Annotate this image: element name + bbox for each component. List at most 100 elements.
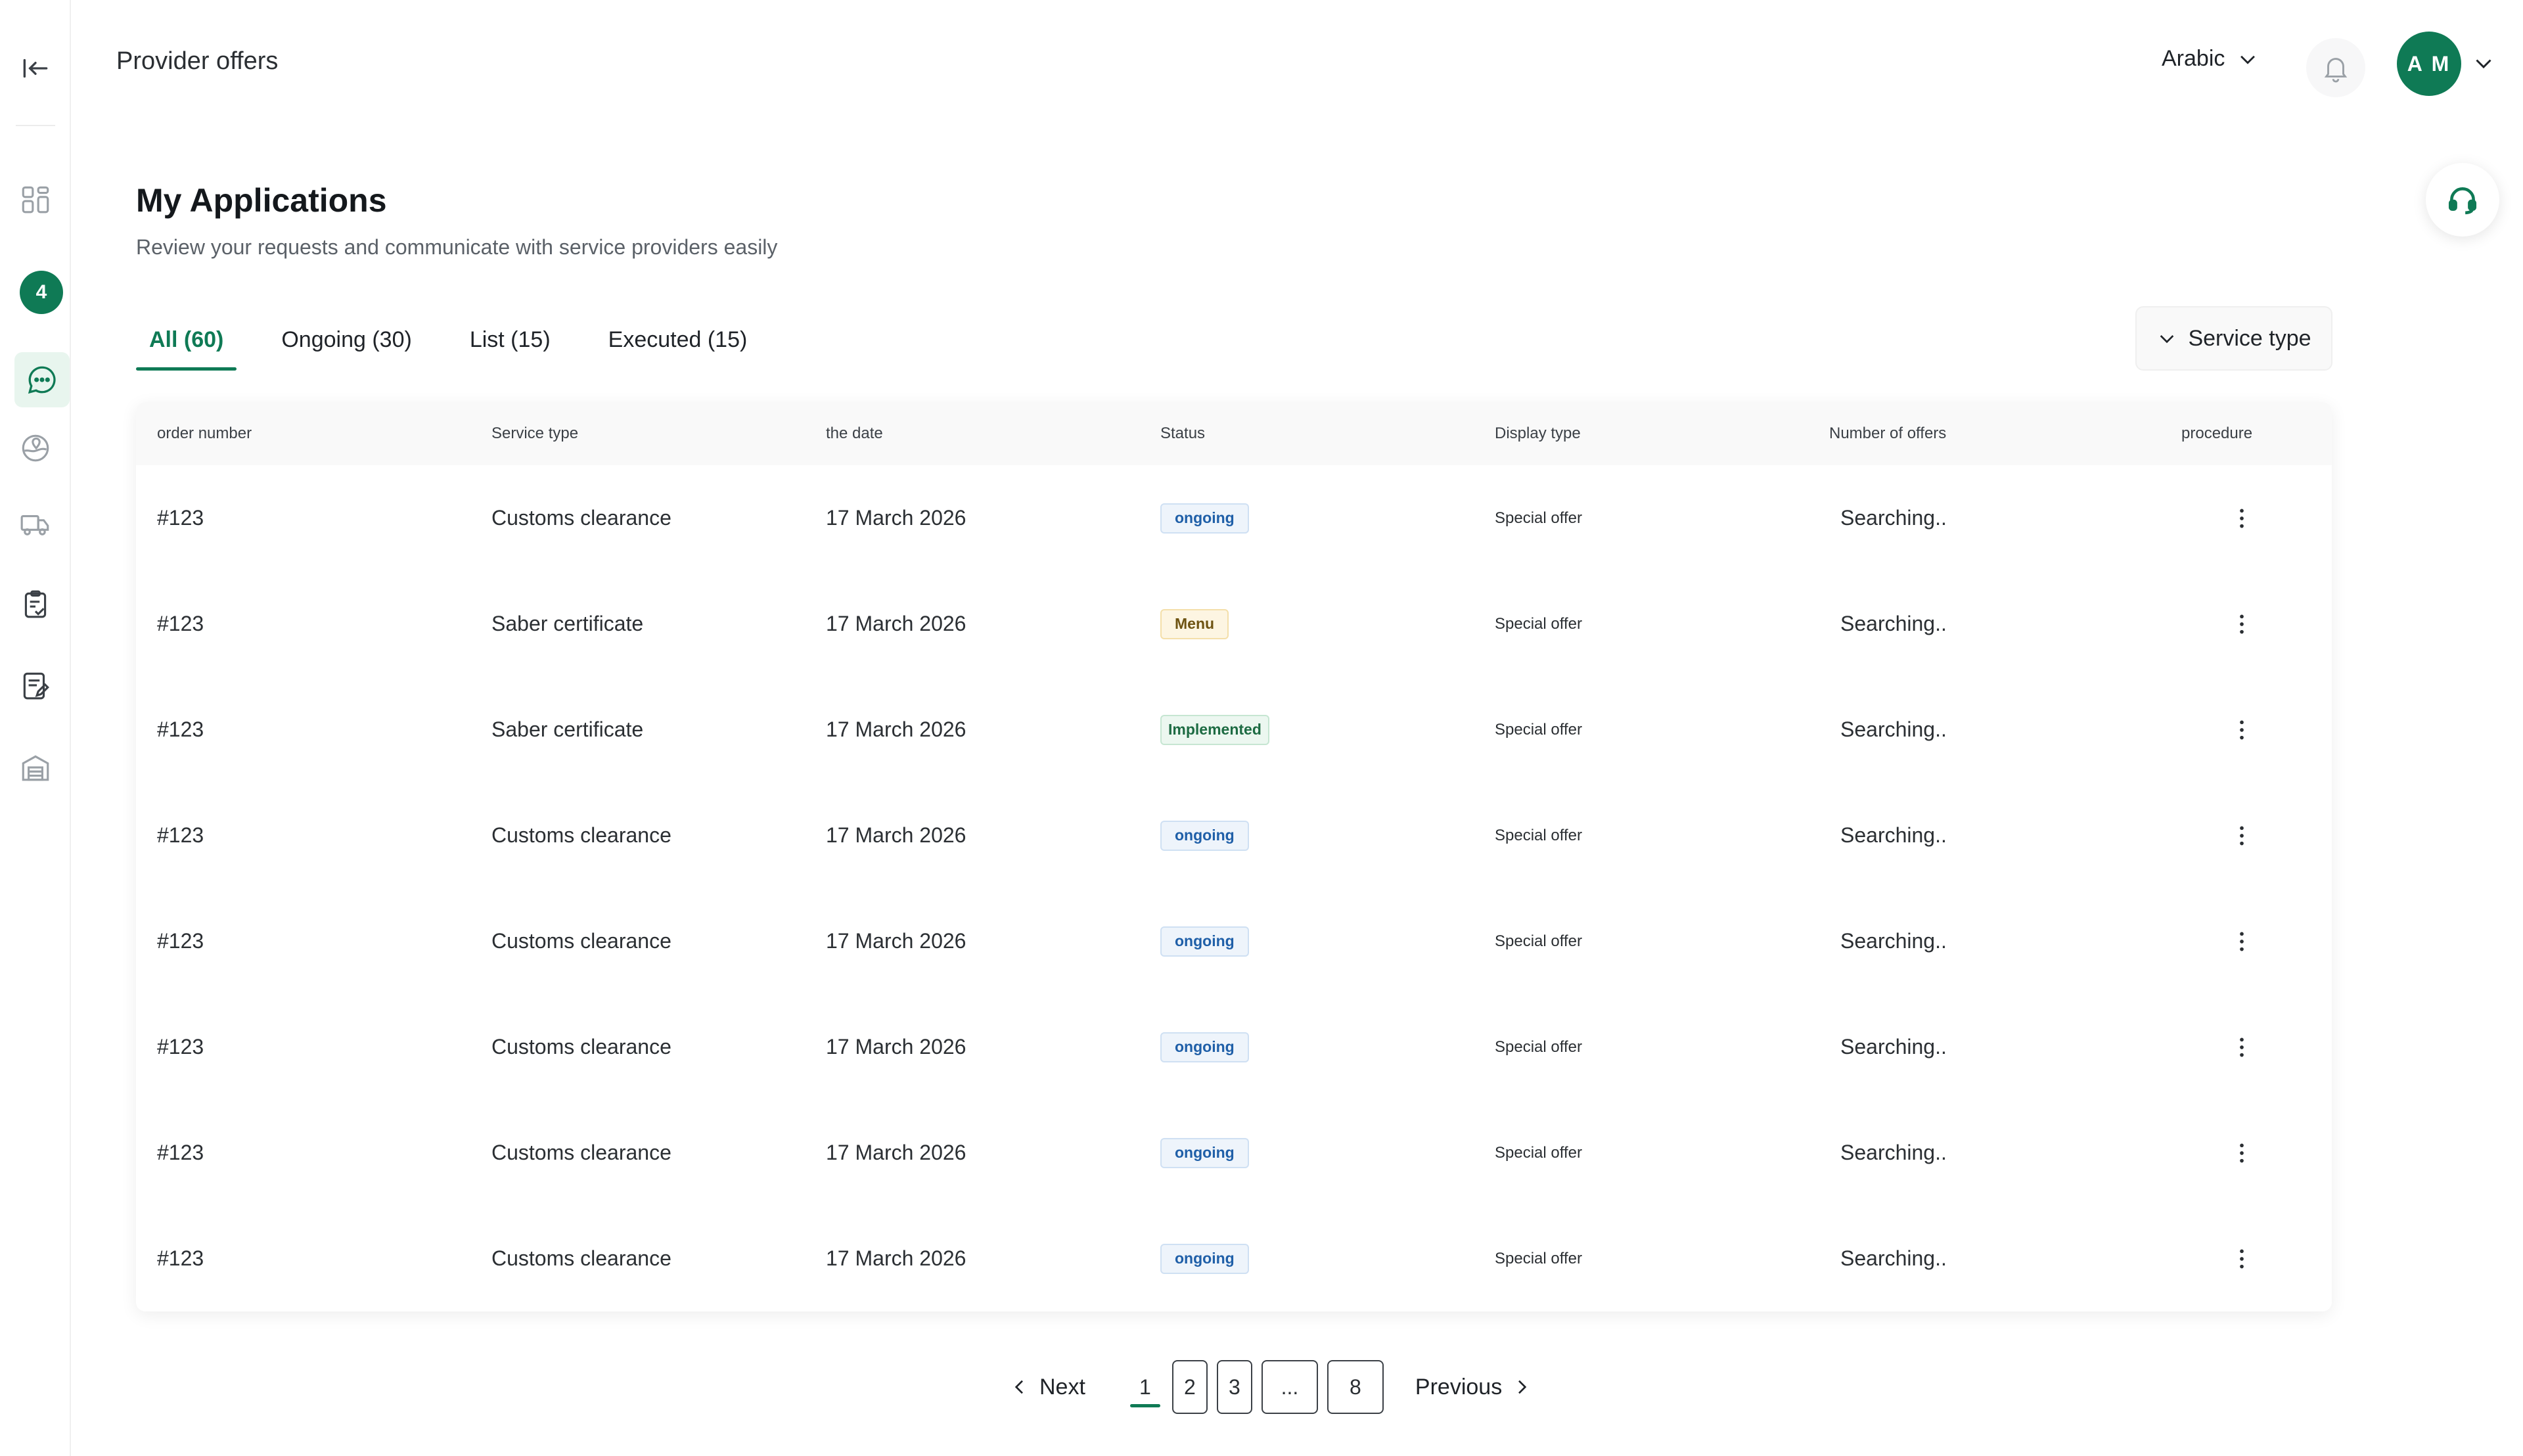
sidebar-item-chat[interactable]: [14, 352, 70, 407]
page-title: My Applications: [136, 182, 387, 219]
date-cell: 17 March 2026: [826, 612, 966, 635]
checklist-icon: [24, 590, 47, 618]
number-of-offers-cell: Searching..: [1840, 1246, 1947, 1270]
more-actions-button[interactable]: [2229, 928, 2255, 955]
warehouse-icon: [22, 755, 49, 781]
number-of-offers-cell: Searching..: [1840, 929, 1947, 953]
next-page-button[interactable]: Next: [1009, 1375, 1085, 1400]
more-actions-button[interactable]: [2229, 1034, 2255, 1060]
table-row[interactable]: #123 Customs clearance 17 March 2026 ong…: [136, 888, 2332, 994]
more-actions-button[interactable]: [2229, 717, 2255, 743]
sidebar-item-tracking[interactable]: [14, 427, 57, 469]
status-badge: ongoing: [1160, 820, 1249, 851]
header-procedure: procedure: [2181, 424, 2253, 442]
status-badge: ongoing: [1160, 1137, 1249, 1168]
page-1-button[interactable]: 1: [1127, 1360, 1163, 1414]
order-number-cell: #123: [157, 506, 204, 530]
more-actions-button[interactable]: [2229, 823, 2255, 849]
header-status: Status: [1160, 424, 1206, 442]
page-ellipsis[interactable]: ...: [1261, 1360, 1318, 1414]
status-cell: ongoing: [1160, 465, 1249, 571]
language-label: Arabic: [2162, 46, 2225, 71]
user-avatar[interactable]: A M: [2397, 32, 2461, 96]
display-type-cell: Special offer: [1495, 720, 1582, 739]
order-number-cell: #123: [157, 929, 204, 953]
chevron-down-icon[interactable]: [2472, 51, 2495, 75]
kebab-menu-icon: [2240, 932, 2244, 951]
kebab-menu-icon: [2240, 1143, 2244, 1162]
support-button[interactable]: [2426, 163, 2499, 237]
number-of-offers-cell: Searching..: [1840, 1141, 1947, 1164]
more-actions-button[interactable]: [2229, 505, 2255, 532]
page-subtitle: Review your requests and communicate wit…: [136, 235, 778, 259]
chevron-left-icon: [1014, 1380, 1023, 1394]
service-type-cell: Saber certificate: [491, 717, 644, 741]
notification-count-badge: 4: [20, 271, 63, 314]
table-row[interactable]: #123 Customs clearance 17 March 2026 ong…: [136, 1206, 2332, 1311]
service-type-cell: Customs clearance: [491, 823, 671, 847]
table-row[interactable]: #123 Customs clearance 17 March 2026 ong…: [136, 465, 2332, 571]
procedure-cell: [2229, 1100, 2255, 1206]
number-of-offers-cell: Searching..: [1840, 823, 1947, 847]
next-label: Next: [1039, 1374, 1085, 1399]
table-row[interactable]: #123 Customs clearance 17 March 2026 ong…: [136, 783, 2332, 888]
notifications-button[interactable]: [2306, 38, 2365, 97]
service-type-filter[interactable]: Service type: [2135, 306, 2332, 371]
tab-ongoing[interactable]: Ongoing (30): [268, 309, 424, 371]
display-type-cell: Special offer: [1495, 1249, 1582, 1267]
tab-executed[interactable]: Executed (15): [595, 309, 761, 371]
sidebar-item-warehouse[interactable]: [14, 746, 57, 788]
order-number-cell: #123: [157, 1246, 204, 1270]
table-header: order number Service type the date Statu…: [136, 402, 2332, 465]
page-8-button[interactable]: 8: [1327, 1360, 1384, 1414]
document-edit-icon: [23, 672, 49, 700]
sidebar-item-shipping[interactable]: [14, 503, 57, 545]
procedure-cell: [2229, 1206, 2255, 1311]
header-display-type: Display type: [1495, 424, 1581, 442]
number-of-offers-cell: Searching..: [1840, 717, 1947, 741]
page-2-button[interactable]: 2: [1171, 1360, 1208, 1414]
service-type-cell: Customs clearance: [491, 506, 671, 530]
sidebar-item-dashboard[interactable]: [14, 179, 57, 221]
date-cell: 17 March 2026: [826, 506, 966, 530]
date-cell: 17 March 2026: [826, 717, 966, 741]
chevron-down-icon: [2160, 335, 2174, 344]
status-badge: ongoing: [1160, 926, 1249, 957]
number-of-offers-cell: Searching..: [1840, 612, 1947, 635]
sidebar: 4: [0, 0, 71, 1456]
more-actions-button[interactable]: [2229, 1140, 2255, 1166]
status-cell: ongoing: [1160, 1100, 1249, 1206]
status-badge: ongoing: [1160, 1032, 1249, 1062]
more-actions-button[interactable]: [2229, 1246, 2255, 1272]
header-order-number: order number: [157, 424, 252, 442]
status-badge: Menu: [1160, 608, 1229, 639]
collapse-sidebar-button[interactable]: [14, 47, 57, 89]
status-cell: ongoing: [1160, 1206, 1249, 1311]
status-tabs: All (60) Ongoing (30) List (15) Executed…: [136, 309, 792, 371]
kebab-menu-icon: [2240, 1249, 2244, 1268]
table-row[interactable]: #123 Customs clearance 17 March 2026 ong…: [136, 1100, 2332, 1206]
sidebar-item-documents[interactable]: [14, 665, 57, 707]
previous-label: Previous: [1415, 1374, 1503, 1399]
date-cell: 17 March 2026: [826, 1246, 966, 1270]
procedure-cell: [2229, 888, 2255, 994]
display-type-cell: Special offer: [1495, 826, 1582, 844]
page-3-button[interactable]: 3: [1216, 1360, 1252, 1414]
procedure-cell: [2229, 465, 2255, 571]
table-row[interactable]: #123 Saber certificate 17 March 2026 Men…: [136, 571, 2332, 677]
tab-all[interactable]: All (60): [136, 309, 237, 371]
language-selector[interactable]: Arabic: [2162, 46, 2259, 72]
kebab-menu-icon: [2240, 614, 2244, 633]
previous-page-button[interactable]: Previous: [1415, 1375, 1532, 1400]
table-row[interactable]: #123 Saber certificate 17 March 2026 Imp…: [136, 677, 2332, 783]
location-icon: [22, 434, 49, 462]
tab-list[interactable]: List (15): [457, 309, 564, 371]
table-row[interactable]: #123 Customs clearance 17 March 2026 ong…: [136, 994, 2332, 1100]
date-cell: 17 March 2026: [826, 1141, 966, 1164]
status-cell: ongoing: [1160, 783, 1249, 888]
status-badge: ongoing: [1160, 503, 1249, 534]
kebab-menu-icon: [2240, 509, 2244, 528]
sidebar-item-tasks[interactable]: [14, 583, 57, 626]
display-type-cell: Special offer: [1495, 932, 1582, 950]
more-actions-button[interactable]: [2229, 611, 2255, 637]
